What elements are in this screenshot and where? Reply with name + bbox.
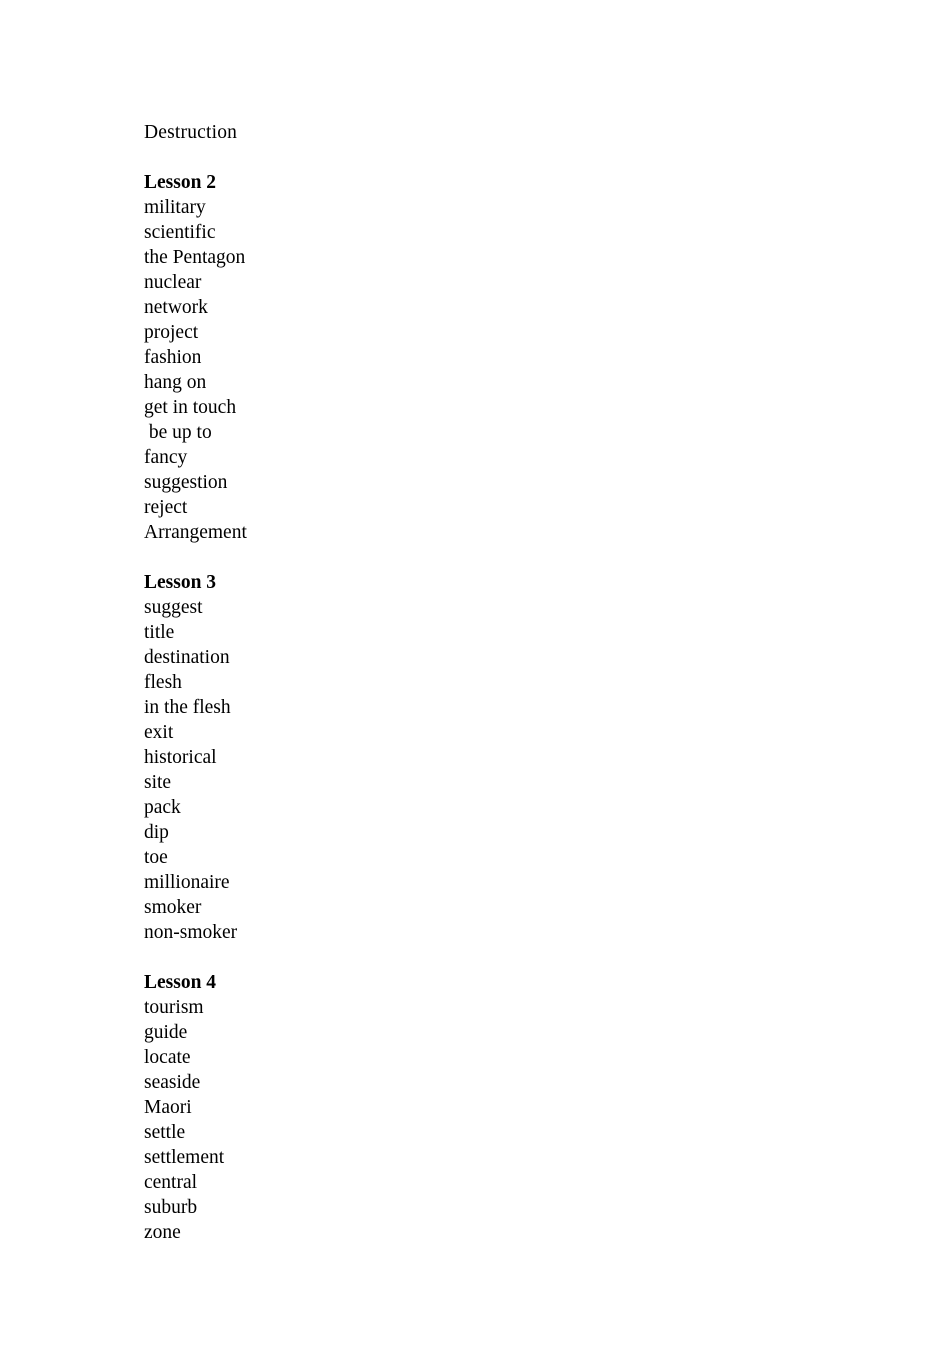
vocabulary-word: get in touch bbox=[144, 397, 237, 418]
document-page: Destruction Lesson 2 military scientific… bbox=[0, 0, 950, 1346]
vocabulary-word: smoker bbox=[144, 897, 202, 918]
vocabulary-word: title bbox=[144, 622, 175, 643]
vocabulary-word: network bbox=[144, 297, 208, 318]
vocabulary-word: suburb bbox=[144, 1197, 198, 1218]
vocabulary-word: Maori bbox=[144, 1097, 192, 1118]
vocabulary-word: settle bbox=[144, 1122, 186, 1143]
lesson-heading: Lesson 4 bbox=[144, 972, 217, 993]
vocabulary-word: settlement bbox=[144, 1147, 225, 1168]
vocabulary-list: tourism guide locate seaside Maori settl… bbox=[144, 995, 844, 1245]
vocabulary-word: zone bbox=[144, 1222, 181, 1243]
vocabulary-word: the Pentagon bbox=[144, 247, 246, 268]
vocabulary-word: central bbox=[144, 1172, 198, 1193]
vocabulary-word: flesh bbox=[144, 672, 182, 693]
lesson-section: Lesson 3 suggest title destination flesh… bbox=[144, 570, 844, 945]
vocabulary-word: guide bbox=[144, 1022, 188, 1043]
vocabulary-word: historical bbox=[144, 747, 217, 768]
vocabulary-list: military scientific the Pentagon nuclear… bbox=[144, 195, 844, 545]
vocabulary-word: pack bbox=[144, 797, 181, 818]
vocabulary-word: non-smoker bbox=[144, 922, 238, 943]
vocabulary-word: reject bbox=[144, 497, 188, 518]
vocabulary-word: hang on bbox=[144, 372, 207, 393]
lesson-section: Lesson 2 military scientific the Pentago… bbox=[144, 170, 844, 545]
vocabulary-word: toe bbox=[144, 847, 168, 868]
vocabulary-word: tourism bbox=[144, 997, 204, 1018]
vocabulary-word: Arrangement bbox=[144, 522, 247, 543]
vocabulary-word: locate bbox=[144, 1047, 191, 1068]
vocabulary-word: seaside bbox=[144, 1072, 201, 1093]
vocabulary-word: in the flesh bbox=[144, 697, 231, 718]
vocabulary-word: project bbox=[144, 322, 199, 343]
lesson-heading: Lesson 3 bbox=[144, 572, 217, 593]
vocabulary-word: suggest bbox=[144, 597, 203, 618]
vocabulary-word: destination bbox=[144, 647, 230, 668]
document-body: Destruction Lesson 2 military scientific… bbox=[144, 120, 844, 1245]
vocabulary-word: suggestion bbox=[144, 472, 228, 493]
vocabulary-word: millionaire bbox=[144, 872, 230, 893]
vocabulary-word: fashion bbox=[144, 347, 202, 368]
lesson-section: Lesson 4 tourism guide locate seaside Ma… bbox=[144, 970, 844, 1245]
vocabulary-list: suggest title destination flesh in the f… bbox=[144, 595, 844, 945]
vocabulary-word: scientific bbox=[144, 222, 216, 243]
vocabulary-word: nuclear bbox=[144, 272, 202, 293]
lesson-heading: Lesson 2 bbox=[144, 172, 217, 193]
vocabulary-word: military bbox=[144, 197, 206, 218]
vocabulary-word: be up to bbox=[144, 422, 212, 443]
vocabulary-word: site bbox=[144, 772, 172, 793]
vocabulary-word: exit bbox=[144, 722, 174, 743]
orphan-word-line: Destruction bbox=[144, 122, 238, 143]
vocabulary-word: fancy bbox=[144, 447, 188, 468]
vocabulary-word: dip bbox=[144, 822, 169, 843]
